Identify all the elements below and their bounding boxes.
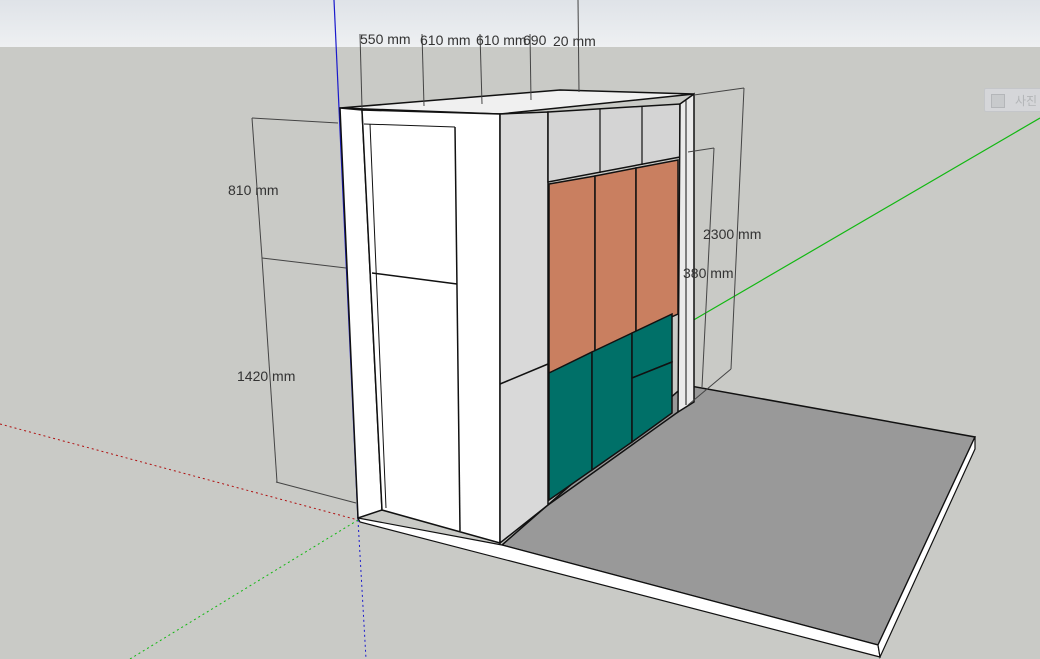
dim-left-lower: 1420 mm bbox=[237, 368, 295, 384]
dim-left-upper: 810 mm bbox=[228, 182, 279, 198]
dimension-labels: 550 mm 610 mm 610 mm 690 20 mm 810 mm 14… bbox=[228, 31, 761, 384]
scene-tab-label: 사진 bbox=[1015, 94, 1038, 108]
scene-icon bbox=[991, 94, 1005, 108]
dim-top-4: 690 bbox=[523, 32, 547, 48]
dim-top-1: 550 mm bbox=[360, 31, 411, 47]
dim-top-5: 20 mm bbox=[553, 33, 596, 49]
dim-top-3: 610 mm bbox=[476, 32, 527, 48]
modeling-viewport[interactable]: 550 mm 610 mm 610 mm 690 20 mm 810 mm 14… bbox=[0, 0, 1040, 659]
scene-tab[interactable]: 사진 bbox=[984, 88, 1040, 112]
dim-top-2: 610 mm bbox=[420, 32, 471, 48]
dim-right-partial: 380 mm bbox=[683, 265, 734, 281]
dim-right-total: 2300 mm bbox=[703, 226, 761, 242]
